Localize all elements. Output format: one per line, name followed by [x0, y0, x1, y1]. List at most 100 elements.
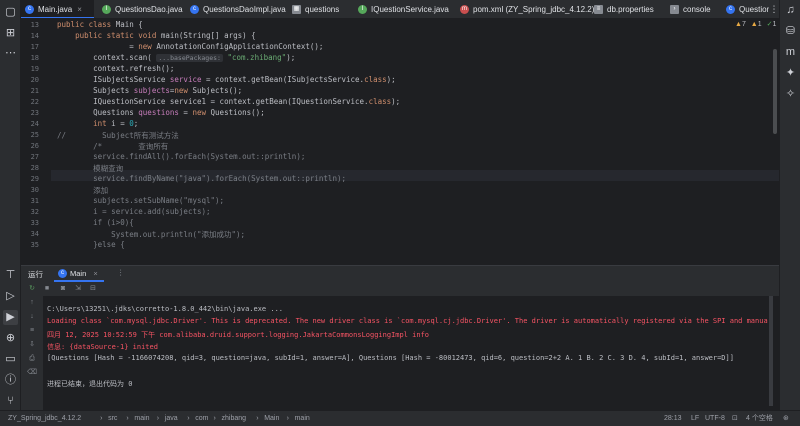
line-number[interactable]: 21 [21, 87, 39, 95]
code-line[interactable]: ISubjectsService service = context.getBe… [57, 75, 396, 84]
trash-icon[interactable]: ⌫ [27, 368, 37, 378]
code-line[interactable]: public static void main(String[] args) { [57, 31, 256, 40]
line-number[interactable]: 20 [21, 76, 39, 84]
line-number[interactable]: 13 [21, 21, 39, 29]
code-line[interactable]: service.findByName("java").forEach(Syste… [57, 174, 346, 183]
lock-icon[interactable]: ⊡ [732, 411, 738, 426]
code-line[interactable]: subjects.setSubName("mysql"); [57, 196, 224, 205]
git-icon[interactable]: ⊛ [783, 411, 789, 426]
more-options-icon[interactable]: ⋮ [117, 268, 125, 277]
code-line[interactable]: IQuestionService service1 = context.getB… [57, 97, 400, 106]
breadcrumb-item[interactable]: main [295, 411, 310, 426]
close-icon[interactable]: × [77, 5, 82, 14]
stop-icon[interactable]: ■ [42, 284, 52, 294]
more-tools-icon[interactable]: ⋯ [3, 46, 18, 61]
code-line[interactable]: Subjects subjects=new Subjects(); [57, 86, 242, 95]
terminal-icon[interactable]: ▭ [3, 352, 18, 367]
file-encoding[interactable]: UTF-8 [705, 411, 725, 426]
breadcrumb-item[interactable]: Main [264, 411, 279, 426]
line-number[interactable]: 25 [21, 131, 39, 139]
console-output[interactable]: ↑ ↓ ≡ ⇩ ⎙ ⌫ C:\Users\13251\.jdks\corrett… [21, 296, 779, 410]
line-number[interactable]: 27 [21, 153, 39, 161]
line-number[interactable]: 22 [21, 98, 39, 106]
code-line[interactable]: i = service.add(subjects); [57, 207, 210, 216]
soft-wrap-icon[interactable]: ≡ [27, 326, 37, 336]
caret-position[interactable]: 28:13 [664, 411, 682, 426]
print-icon[interactable]: ⎙ [27, 354, 37, 364]
code-line[interactable]: System.out.println("添加成功"); [57, 229, 245, 240]
build-hammer-icon[interactable]: ⊤ [3, 268, 18, 283]
line-number[interactable]: 28 [21, 164, 39, 172]
project-folder-icon[interactable]: ▢ [3, 5, 18, 20]
code-line[interactable]: }else { [57, 240, 125, 249]
code-line[interactable]: /* 查询所有 [57, 141, 168, 152]
scroll-to-end-icon[interactable]: ⇩ [27, 340, 37, 350]
code-line[interactable]: public class Main { [57, 20, 143, 29]
database-icon[interactable]: ⛁ [783, 24, 798, 39]
breadcrumb-item[interactable]: java [165, 411, 178, 426]
code-line[interactable]: Questions questions = new Questions(); [57, 108, 265, 117]
line-number[interactable]: 23 [21, 109, 39, 117]
tab-main-java[interactable]: c Main.java × [21, 0, 94, 18]
code-line[interactable]: context.scan( ...basePackages: "com.zhib… [57, 53, 295, 62]
rerun-icon[interactable]: ↻ [27, 284, 37, 294]
line-number[interactable]: 35 [21, 241, 39, 249]
run-active-icon[interactable]: ▶ [3, 310, 18, 325]
indent-setting[interactable]: 4 个空格 [746, 411, 773, 426]
version-control-icon[interactable]: ⑂ [3, 394, 18, 409]
line-number[interactable]: 26 [21, 142, 39, 150]
editor-scrollbar-thumb[interactable] [773, 49, 777, 134]
code-line[interactable]: 模糊查询 [57, 163, 123, 174]
tabs-overflow-icon[interactable]: ⋮ [769, 0, 779, 18]
tab-question-java[interactable]: c Question [722, 0, 771, 18]
line-number[interactable]: 18 [21, 54, 39, 62]
notifications-bell-icon[interactable]: ♫ [783, 3, 798, 18]
tab-questions-table[interactable]: ▦ questions [288, 0, 350, 18]
line-number[interactable]: 31 [21, 197, 39, 205]
breadcrumb-item[interactable]: ZY_Spring_jdbc_4.12.2 [8, 411, 81, 426]
restore-layout-icon[interactable]: ⇲ [73, 284, 83, 294]
maven-m-icon[interactable]: m [783, 45, 798, 60]
breadcrumb-item[interactable]: src [108, 411, 117, 426]
services-icon[interactable]: ⊕ [3, 331, 18, 346]
inspection-widget[interactable]: ▲7 ▲1 ✓1 ⌃ ⌄ [735, 20, 779, 28]
tab-db-properties[interactable]: ≡ db.properties [590, 0, 662, 18]
line-number[interactable]: 19 [21, 65, 39, 73]
tab-pom-xml[interactable]: m pom.xml (ZY_Spring_jdbc_4.12.2) [456, 0, 594, 18]
line-separator[interactable]: LF [691, 411, 699, 426]
problems-icon[interactable]: ⓘ [3, 373, 18, 388]
arrow-down-icon[interactable]: ↓ [27, 312, 37, 322]
breadcrumb-item[interactable]: zhibang [222, 411, 247, 426]
line-number[interactable]: 14 [21, 32, 39, 40]
pin-tab-icon[interactable]: ⊟ [88, 284, 98, 294]
tab-console[interactable]: › console [666, 0, 718, 18]
console-scrollbar[interactable] [769, 296, 773, 406]
line-number[interactable]: 24 [21, 120, 39, 128]
close-icon[interactable]: × [93, 269, 97, 278]
line-number[interactable]: 17 [21, 43, 39, 51]
tab-questionsdao-java[interactable]: I QuestionsDao.java [98, 0, 183, 18]
run-tab-main[interactable]: c Main × [54, 266, 104, 282]
plugin-icon[interactable]: ✧ [783, 87, 798, 102]
code-line[interactable]: context.refresh(); [57, 64, 174, 73]
tab-iquestionservice-java[interactable]: I IQuestionService.java [354, 0, 452, 18]
line-number[interactable]: 30 [21, 186, 39, 194]
breadcrumb-item[interactable]: main [134, 411, 149, 426]
code-line[interactable]: int i = 0; [57, 119, 138, 128]
run-icon[interactable]: ▷ [3, 289, 18, 304]
camera-icon[interactable]: ◙ [58, 284, 68, 294]
arrow-up-icon[interactable]: ↑ [27, 298, 37, 308]
code-editor[interactable]: 13 14 17 18 19 20 21 22 23 24 25 26 27 28 29 30 31 32 33 34… [21, 19, 779, 262]
code-line[interactable]: service.findAll().forEach(System.out::pr… [57, 152, 305, 161]
code-line[interactable]: 添加 [57, 185, 108, 196]
structure-icon[interactable]: ⊞ [3, 26, 18, 41]
ai-assistant-icon[interactable]: ✦ [783, 66, 798, 81]
line-number[interactable]: 34 [21, 230, 39, 238]
breadcrumb-item[interactable]: com [195, 411, 208, 426]
code-line[interactable]: // Subject所有测试方法 [57, 130, 179, 141]
tab-questionsdaoimpl-java[interactable]: c QuestionsDaoImpl.java [186, 0, 286, 18]
line-number[interactable]: 32 [21, 208, 39, 216]
code-line[interactable]: if (i>0){ [57, 218, 134, 227]
line-number[interactable]: 33 [21, 219, 39, 227]
line-number[interactable]: 29 [21, 175, 39, 183]
